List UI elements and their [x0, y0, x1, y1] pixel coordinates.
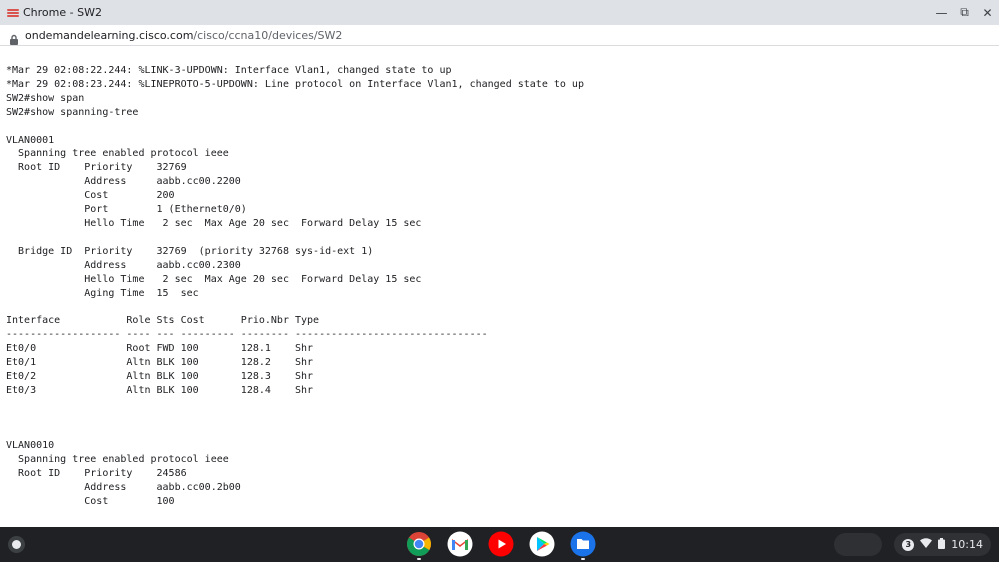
launcher-button[interactable] [8, 536, 25, 553]
wifi-icon [920, 538, 933, 551]
url-text[interactable]: ondemandelearning.cisco.com/cisco/ccna10… [25, 29, 342, 42]
gmail-icon[interactable] [446, 530, 474, 558]
terminal-line: Aging Time 15 sec [6, 287, 199, 299]
terminal-line: ​ [6, 398, 999, 412]
window-title-bar: Chrome - SW2 — ⧉ ✕ [0, 0, 999, 25]
terminal-line: *Mar 29 02:08:23.244: %LINEPROTO-5-UPDOW… [6, 78, 584, 90]
terminal-line: SW2#show spanning-tree [6, 106, 139, 118]
terminal-line: Address aabb.cc00.2300 [6, 259, 241, 271]
status-area: 3 10:14 [834, 533, 991, 556]
terminal-line: Spanning tree enabled protocol ieee [6, 454, 229, 466]
terminal-line: Interface Role Sts Cost Prio.Nbr Type [6, 315, 320, 327]
terminal-line: ​ [6, 412, 999, 426]
terminal-line: Cost 100 [6, 496, 175, 508]
terminal-line: Hello Time 2 sec Max Age 20 sec Forward … [6, 217, 422, 229]
terminal-line: Cost 200 [6, 190, 175, 202]
terminal-console[interactable]: *Mar 29 02:08:22.244: %LINK-3-UPDOWN: In… [0, 46, 999, 527]
chrome-icon[interactable] [405, 530, 433, 560]
clock: 10:14 [951, 538, 983, 551]
window-title: Chrome - SW2 [23, 6, 102, 19]
terminal-line: ------------------- ---- --- --------- -… [6, 329, 488, 341]
battery-icon [938, 537, 946, 552]
lock-icon[interactable] [9, 30, 19, 45]
running-indicator [417, 558, 421, 560]
notification-count-badge[interactable]: 3 [902, 538, 915, 551]
restore-button[interactable]: ⧉ [953, 0, 976, 25]
terminal-line: Hello Time 2 sec Max Age 20 sec Forward … [6, 273, 422, 285]
running-indicator [581, 558, 585, 560]
close-button[interactable]: ✕ [976, 0, 999, 25]
url-path: /cisco/ccna10/devices/SW2 [193, 28, 343, 42]
terminal-line: Et0/0 Root FWD 100 128.1 Shr [6, 343, 314, 355]
terminal-line: ​ [6, 426, 999, 440]
terminal-line: Et0/2 Altn BLK 100 128.3 Shr [6, 370, 314, 382]
terminal-line: SW2#show span [6, 92, 85, 104]
shelf: 3 10:14 [0, 527, 999, 562]
window-controls: — ⧉ ✕ [930, 0, 999, 25]
terminal-line: Et0/3 Altn BLK 100 128.4 Shr [6, 384, 314, 396]
terminal-line: Root ID Priority 32769 [6, 162, 187, 174]
terminal-line: ​ [6, 231, 999, 245]
youtube-icon[interactable] [487, 530, 515, 558]
phone-hub-pill[interactable] [834, 533, 883, 556]
terminal-line: Spanning tree enabled protocol ieee [6, 148, 229, 160]
terminal-line: VLAN0010 [6, 440, 55, 452]
terminal-line: ​ [6, 300, 999, 314]
terminal-output: *Mar 29 02:08:22.244: %LINK-3-UPDOWN: In… [0, 46, 999, 509]
terminal-line: VLAN0001 [6, 134, 55, 146]
system-tray[interactable]: 3 10:14 [894, 533, 991, 556]
terminal-line: Et0/1 Altn BLK 100 128.2 Shr [6, 357, 314, 369]
pinned-apps [405, 530, 597, 560]
play-store-icon[interactable] [528, 530, 556, 558]
terminal-line: *Mar 29 02:08:22.244: %LINK-3-UPDOWN: In… [6, 65, 452, 76]
terminal-line: Address aabb.cc00.2200 [6, 176, 241, 188]
terminal-line: Root ID Priority 24586 [6, 468, 187, 480]
terminal-line: Port 1 (Ethernet0/0) [6, 204, 247, 216]
terminal-line: Address aabb.cc00.2b00 [6, 482, 241, 494]
app-icon [7, 8, 19, 17]
files-icon[interactable] [569, 530, 597, 560]
terminal-line: ​ [6, 120, 999, 134]
url-host: ondemandelearning.cisco.com [25, 28, 194, 42]
terminal-line: Bridge ID Priority 32769 (priority 32768… [6, 245, 374, 257]
address-bar[interactable]: ondemandelearning.cisco.com/cisco/ccna10… [0, 25, 999, 46]
minimize-button[interactable]: — [930, 0, 953, 25]
